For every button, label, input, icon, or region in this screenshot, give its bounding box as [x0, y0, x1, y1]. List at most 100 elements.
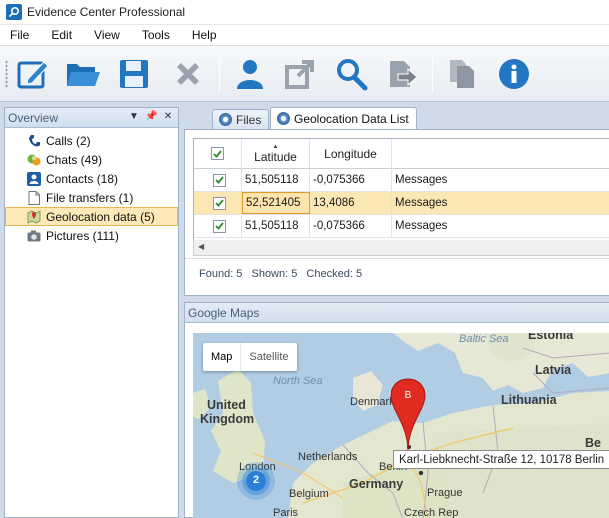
delete-button[interactable] — [168, 54, 208, 94]
menu-tools[interactable]: Tools — [131, 28, 181, 42]
row-checkbox[interactable] — [212, 173, 226, 187]
tree-item-label: Pictures (111) — [46, 228, 119, 243]
table-row[interactable]: 51,505118 -0,075366 Messages — [194, 169, 609, 192]
map-label-paris: Paris — [273, 507, 299, 518]
map-type-satellite-button[interactable]: Satellite — [241, 343, 296, 371]
tree-item-contacts[interactable]: Contacts (18) — [5, 169, 178, 188]
import-icon — [390, 61, 418, 87]
map-label-denmark: Denmark — [350, 396, 395, 408]
select-all-checkbox[interactable] — [211, 147, 224, 160]
document-tabs: Files Geolocation Data List — [184, 107, 609, 129]
close-icon[interactable]: ✕ — [162, 111, 174, 123]
user-button[interactable] — [230, 54, 270, 94]
tree-item-chats[interactable]: Chats (49) — [5, 150, 178, 169]
save-button[interactable] — [114, 54, 154, 94]
map-type-map-button[interactable]: Map — [203, 343, 242, 371]
edit-icon — [17, 61, 49, 89]
copy-button[interactable] — [442, 54, 482, 94]
file-icon — [27, 190, 41, 205]
source-cell[interactable]: Messages — [392, 169, 609, 191]
map-marker-berlin[interactable]: B — [389, 377, 427, 453]
horizontal-scrollbar[interactable]: ◀ — [193, 240, 609, 256]
map-view[interactable]: Map Satellite Estonia Latvia Lithuania B… — [193, 333, 609, 518]
longitude-cell[interactable]: -0,075366 — [310, 215, 392, 237]
latitude-cell-focused[interactable]: 52,521405 — [242, 192, 310, 214]
phone-icon — [27, 134, 41, 148]
app-search-icon — [6, 4, 22, 20]
latitude-column-header[interactable]: ▲ Latitude — [242, 139, 310, 168]
select-all-column-header[interactable] — [194, 139, 242, 168]
menu-edit[interactable]: Edit — [40, 28, 83, 42]
google-maps-panel: Google Maps Map Satellite Estonia Latvia… — [184, 302, 609, 518]
menu-file[interactable]: File — [0, 28, 40, 42]
marker-label: B — [404, 390, 412, 401]
search-button[interactable] — [331, 54, 371, 94]
export-button[interactable] — [280, 54, 320, 94]
overview-panel: Overview ▼ 📌 ✕ Calls (2) Chats (49) Cont… — [4, 107, 179, 518]
row-checkbox-cell[interactable] — [194, 215, 242, 237]
geolocation-grid-panel: ▲ Latitude Longitude 51,505118 -0,075366… — [184, 129, 609, 296]
overview-title: Overview — [8, 110, 59, 125]
checked-count: Checked: 5 — [306, 268, 363, 280]
menu-view[interactable]: View — [83, 28, 131, 42]
window-title: Evidence Center Professional — [27, 5, 186, 19]
source-cell[interactable]: Messages — [392, 192, 609, 214]
toolbar-grip[interactable] — [5, 60, 8, 88]
pin-icon[interactable]: 📌 — [145, 111, 157, 123]
map-label-belgium: Belgium — [289, 488, 329, 500]
tree-item-file-transfers[interactable]: File transfers (1) — [5, 188, 178, 207]
map-label-united: United — [207, 398, 246, 412]
tree-item-label: Geolocation data (5) — [46, 209, 155, 224]
scroll-left-icon[interactable]: ◀ — [198, 242, 204, 251]
tree-item-label: Chats (49) — [46, 152, 103, 167]
map-label-germany: Germany — [349, 477, 404, 491]
map-label-be: Be — [585, 436, 601, 450]
longitude-column-header[interactable]: Longitude — [310, 139, 392, 168]
tree-item-label: Contacts (18) — [46, 171, 119, 186]
latitude-cell[interactable]: 51,505118 — [242, 215, 310, 237]
export-icon — [285, 60, 314, 89]
dropdown-arrow-icon[interactable]: ▼ — [128, 111, 140, 123]
column-header-label: Longitude — [324, 146, 377, 161]
open-folder-icon — [67, 64, 100, 86]
table-row-selected[interactable]: 52,521405 13,4086 Messages — [194, 192, 609, 215]
row-checkbox-cell[interactable] — [194, 169, 242, 191]
contact-icon — [27, 171, 41, 186]
open-button[interactable] — [63, 54, 103, 94]
row-checkbox[interactable] — [212, 219, 226, 233]
tree-item-calls[interactable]: Calls (2) — [5, 131, 178, 150]
table-row[interactable]: 51,505118 -0,075366 Messages — [194, 215, 609, 238]
row-checkbox-cell[interactable] — [194, 192, 242, 214]
cluster-count: 2 — [252, 474, 260, 486]
globe-icon — [277, 112, 290, 125]
map-label-kingdom: Kingdom — [200, 412, 255, 426]
maps-header: Google Maps — [185, 303, 609, 323]
status-divider — [185, 258, 609, 259]
globe-icon — [219, 113, 232, 126]
tree-item-pictures[interactable]: Pictures (111) — [5, 226, 178, 245]
import-button[interactable] — [382, 54, 422, 94]
tab-files[interactable]: Files — [212, 109, 270, 129]
map-label-north-sea: North Sea — [273, 375, 323, 387]
toolbar-separator — [219, 55, 220, 93]
marker-cluster[interactable]: 2 — [236, 461, 276, 501]
map-label-lithuania: Lithuania — [501, 393, 557, 407]
row-checkbox[interactable] — [212, 196, 226, 210]
longitude-cell[interactable]: -0,075366 — [310, 169, 392, 191]
info-button[interactable] — [494, 54, 534, 94]
map-type-toggle: Map Satellite — [203, 343, 297, 371]
column-header-label: Latitude — [254, 149, 297, 164]
source-cell[interactable]: Messages — [392, 215, 609, 237]
overview-header: Overview ▼ 📌 ✕ — [5, 108, 178, 128]
title-bar: Evidence Center Professional — [0, 0, 609, 25]
menu-help[interactable]: Help — [181, 28, 228, 42]
source-column-header[interactable] — [392, 139, 609, 168]
latitude-cell[interactable]: 51,505118 — [242, 169, 310, 191]
map-label-baltic-sea: Baltic Sea — [459, 333, 509, 345]
found-count: Found: 5 — [199, 268, 243, 280]
tab-geolocation-data-list[interactable]: Geolocation Data List — [270, 107, 417, 129]
delete-icon — [177, 63, 199, 85]
edit-button[interactable] — [13, 54, 53, 94]
longitude-cell[interactable]: 13,4086 — [310, 192, 392, 214]
tree-item-geolocation[interactable]: Geolocation data (5) — [5, 207, 178, 226]
